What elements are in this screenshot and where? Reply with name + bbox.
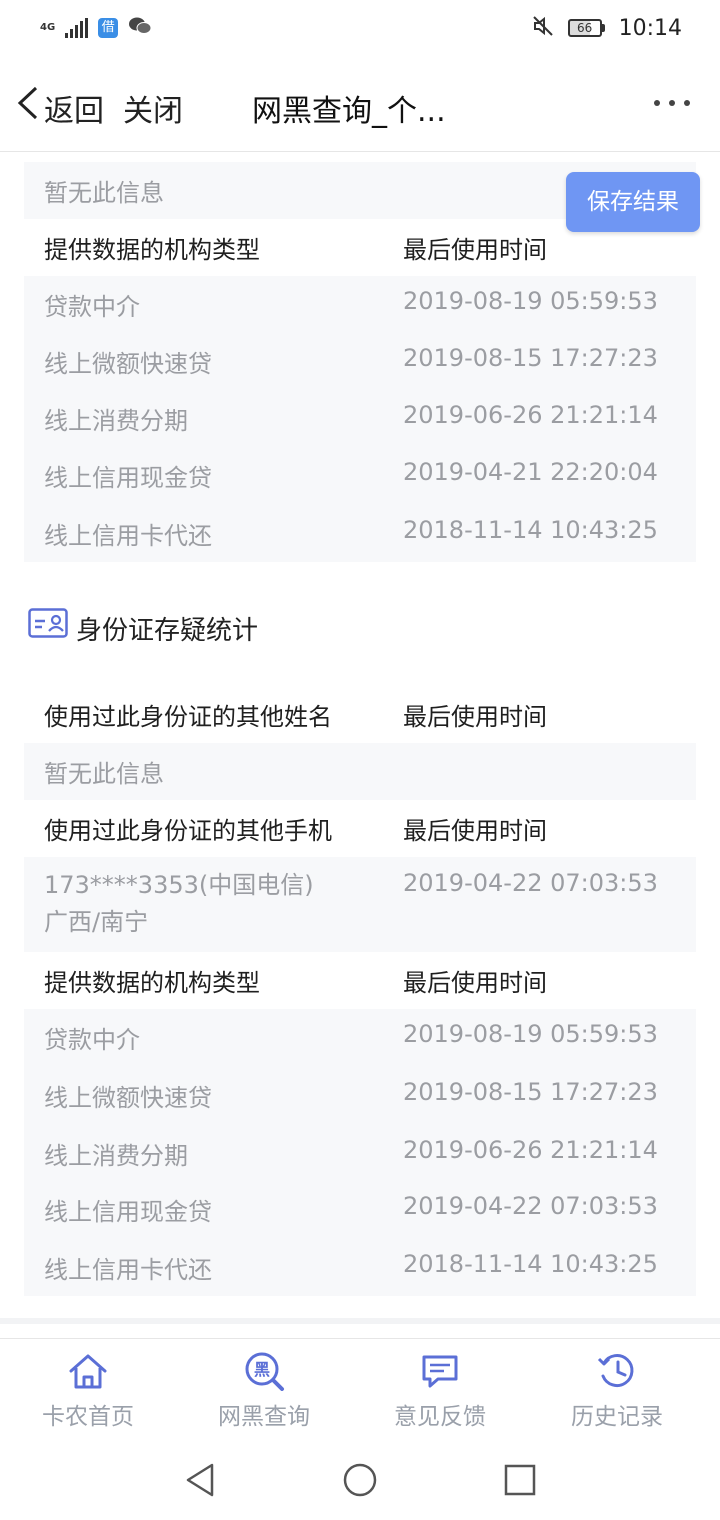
- org-type-cell: 线上消费分期: [44, 407, 188, 435]
- no-info-text: 暂无此信息: [44, 760, 164, 788]
- org-type-cell: 贷款中介: [44, 1026, 140, 1054]
- table-row: 线上消费分期 2019-06-26 21:21:14: [24, 1124, 696, 1181]
- org-type-cell: 线上微额快速贷: [44, 1084, 212, 1112]
- mute-icon: [532, 15, 554, 42]
- status-left: 4G 借: [40, 16, 152, 41]
- table-header: 使用过此身份证的其他姓名 最后使用时间: [24, 686, 696, 743]
- feedback-icon: [422, 1355, 458, 1388]
- app-badge-icon: 借: [98, 18, 119, 38]
- header-last-used: 最后使用时间: [403, 703, 547, 731]
- phone-cell: 173****3353(中国电信) 广西/南宁: [44, 867, 314, 941]
- last-used-cell: 2019-04-22 07:03:53: [403, 1192, 658, 1220]
- system-recents-icon[interactable]: [502, 1462, 538, 1498]
- status-bar: 4G 借 66 10:14: [0, 0, 720, 56]
- org-type-cell: 贷款中介: [44, 293, 140, 321]
- system-nav-bar: [0, 1440, 720, 1520]
- header-last-used: 最后使用时间: [403, 817, 547, 845]
- wechat-icon: [128, 16, 152, 41]
- org-type-cell: 线上信用现金贷: [44, 464, 212, 492]
- bottom-tab-bar: 卡农首页 黑 网黑查询 意见反馈 历史记录: [0, 1338, 720, 1440]
- last-used-cell: 2019-08-15 17:27:23: [403, 1078, 658, 1106]
- last-used-cell: 2019-04-21 22:20:04: [403, 458, 658, 486]
- header-org-type: 提供数据的机构类型: [44, 236, 260, 264]
- section-header-id-card: 身份证存疑统计: [0, 588, 720, 668]
- page-title: 网黑查询_个...: [252, 94, 446, 129]
- battery-icon: 66: [567, 19, 605, 37]
- table-row: 贷款中介 2019-08-19 05:59:53: [24, 276, 696, 333]
- header-other-names: 使用过此身份证的其他姓名: [44, 703, 332, 731]
- table-row: 线上信用卡代还 2018-11-14 10:43:25: [24, 504, 696, 562]
- header-org-type: 提供数据的机构类型: [44, 969, 260, 997]
- last-used-cell: 2019-08-19 05:59:53: [403, 1020, 658, 1048]
- tab-feedback[interactable]: 意见反馈: [365, 1351, 515, 1435]
- section-title: 身份证存疑统计: [76, 616, 259, 646]
- system-home-icon[interactable]: [342, 1462, 378, 1498]
- table-row: 贷款中介 2019-08-19 05:59:53: [24, 1009, 696, 1066]
- back-button[interactable]: 返回: [44, 86, 104, 130]
- last-used-cell: 2018-11-14 10:43:25: [403, 516, 658, 544]
- last-used-cell: 2019-06-26 21:21:14: [403, 1136, 658, 1164]
- status-right: 66 10:14: [532, 15, 682, 42]
- blacklist-glyph: 黑: [254, 1360, 270, 1379]
- no-info-row: 暂无此信息: [24, 743, 696, 800]
- last-used-cell: 2019-06-26 21:21:14: [403, 401, 658, 429]
- table-row: 线上信用现金贷 2019-04-22 07:03:53: [24, 1181, 696, 1238]
- table-row: 线上微额快速贷 2019-08-15 17:27:23: [24, 1066, 696, 1124]
- table-row: 线上信用现金贷 2019-04-21 22:20:04: [24, 447, 696, 504]
- org-type-cell: 线上微额快速贷: [44, 350, 212, 378]
- tab-blacklist-search[interactable]: 黑 网黑查询: [189, 1351, 339, 1435]
- org-type-cell: 线上信用卡代还: [44, 1256, 212, 1284]
- table-row: 线上信用卡代还 2018-11-14 10:43:25: [24, 1238, 696, 1296]
- tab-label: 历史记录: [571, 1404, 663, 1430]
- tab-label: 卡农首页: [42, 1404, 134, 1430]
- signal-icon: [65, 18, 89, 38]
- header-last-used: 最后使用时间: [403, 969, 547, 997]
- more-options-icon[interactable]: [654, 100, 690, 108]
- org-type-cell: 线上信用卡代还: [44, 522, 212, 550]
- system-back-icon[interactable]: [182, 1462, 218, 1498]
- clock: 10:14: [618, 15, 682, 41]
- tab-label: 意见反馈: [394, 1404, 486, 1430]
- table-row: 线上消费分期 2019-06-26 21:21:14: [24, 390, 696, 447]
- last-used-cell: 2019-08-15 17:27:23: [403, 344, 658, 372]
- history-icon: [597, 1354, 634, 1388]
- battery-level: 66: [567, 19, 602, 37]
- table-row: 线上微额快速贷 2019-08-15 17:27:23: [24, 333, 696, 390]
- header-last-used: 最后使用时间: [403, 236, 547, 264]
- last-used-cell: 2019-04-22 07:03:53: [403, 869, 658, 897]
- save-result-button[interactable]: 保存结果: [566, 172, 700, 232]
- tab-label: 网黑查询: [218, 1404, 310, 1430]
- header-other-phones: 使用过此身份证的其他手机: [44, 817, 332, 845]
- close-button[interactable]: 关闭: [123, 86, 183, 130]
- id-card-icon: [28, 608, 68, 638]
- phone-row: 173****3353(中国电信) 广西/南宁 2019-04-22 07:03…: [24, 857, 696, 952]
- blacklist-search-icon: 黑: [245, 1352, 284, 1391]
- nav-bar: 返回 关闭 网黑查询_个...: [0, 56, 720, 152]
- table-header: 提供数据的机构类型 最后使用时间: [24, 952, 696, 1009]
- network-type: 4G: [40, 22, 56, 33]
- next-card-peek: [0, 1324, 720, 1338]
- phone-number: 173****3353(中国电信): [44, 871, 314, 899]
- content-scroll[interactable]: 暂无此信息 提供数据的机构类型 最后使用时间 贷款中介 2019-08-19 0…: [0, 152, 720, 1338]
- last-used-cell: 2019-08-19 05:59:53: [403, 287, 658, 315]
- org-type-cell: 线上消费分期: [44, 1142, 188, 1170]
- back-chevron-icon[interactable]: [14, 86, 44, 120]
- id-suspicion-card: 使用过此身份证的其他姓名 最后使用时间 暂无此信息 使用过此身份证的其他手机 最…: [0, 668, 720, 1318]
- table-header: 使用过此身份证的其他手机 最后使用时间: [24, 800, 696, 857]
- last-used-cell: 2018-11-14 10:43:25: [403, 1250, 658, 1278]
- home-icon: [69, 1354, 107, 1389]
- tab-home[interactable]: 卡农首页: [13, 1351, 163, 1435]
- tab-history[interactable]: 历史记录: [542, 1351, 692, 1435]
- org-type-cell: 线上信用现金贷: [44, 1198, 212, 1226]
- no-info-text: 暂无此信息: [44, 179, 164, 207]
- phone-location: 广西/南宁: [44, 908, 149, 936]
